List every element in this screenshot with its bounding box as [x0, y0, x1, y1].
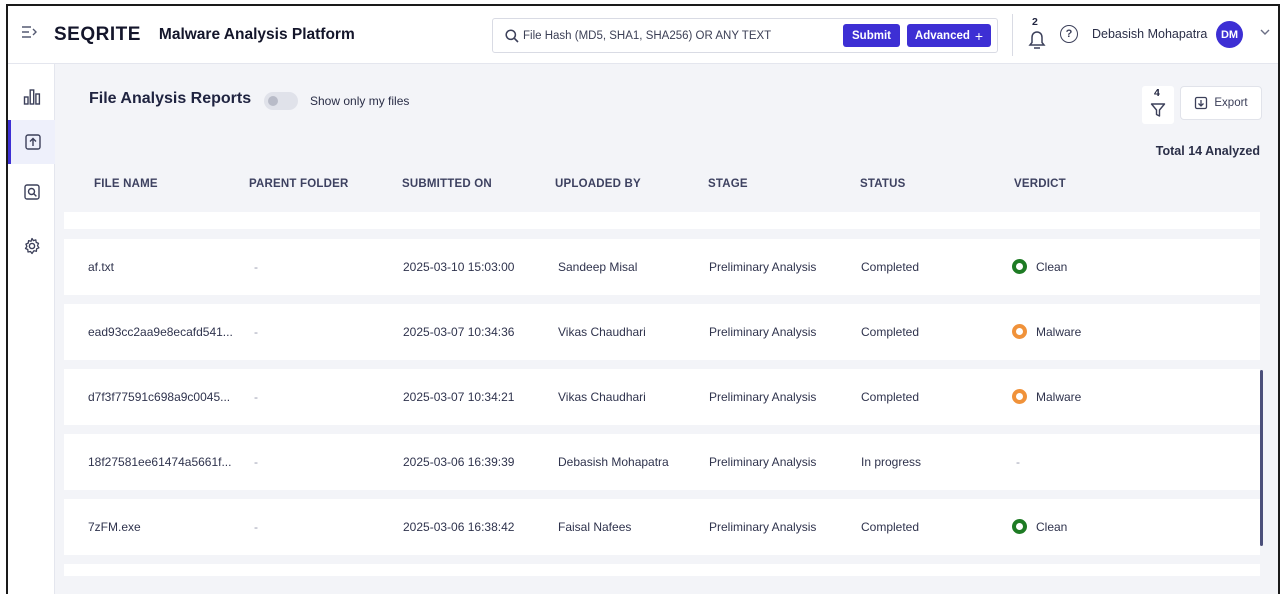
- export-button[interactable]: Export: [1180, 86, 1262, 120]
- cell-parent-folder: -: [254, 325, 258, 339]
- submit-button[interactable]: Submit: [843, 24, 900, 47]
- col-parent-folder[interactable]: PARENT FOLDER: [249, 178, 349, 190]
- cell-verdict: Malware: [1012, 324, 1081, 339]
- avatar[interactable]: DM: [1216, 21, 1243, 48]
- col-verdict[interactable]: VERDICT: [1014, 178, 1066, 190]
- sidebar-item-upload-reports[interactable]: [8, 120, 55, 164]
- header-divider: [1012, 14, 1013, 56]
- cell-file-name[interactable]: d7f3f77591c698a9c0045...: [88, 390, 230, 404]
- app-window: SEQ​RITE Malware Analysis Platform Submi…: [6, 4, 1280, 594]
- cell-verdict: Clean: [1012, 519, 1067, 534]
- toggle-label: Show only my files: [310, 94, 410, 108]
- search-input[interactable]: [523, 29, 843, 42]
- top-header: SEQ​RITE Malware Analysis Platform Submi…: [8, 6, 1278, 64]
- search-icon: [505, 28, 519, 43]
- app-title: Malware Analysis Platform: [158, 25, 355, 43]
- search-bar: Submit Advanced +: [492, 18, 998, 53]
- settings-gear-icon: [24, 237, 40, 255]
- cell-file-name[interactable]: af.txt: [88, 260, 114, 274]
- cell-submitted-on: 2025-03-07 10:34:36: [403, 325, 515, 339]
- help-icon[interactable]: ?: [1060, 25, 1078, 43]
- chevron-down-icon[interactable]: [1260, 28, 1270, 39]
- dashboard-chart-icon: [23, 89, 40, 105]
- cell-submitted-on: 2025-03-06 16:39:39: [403, 455, 515, 469]
- cell-file-name[interactable]: 18f27581ee61474a5661f...: [88, 455, 231, 469]
- sidebar-item-dashboard[interactable]: [8, 74, 55, 118]
- table-row[interactable]: d7f3f77591c698a9c0045... - 2025-03-07 10…: [64, 369, 1260, 425]
- plus-icon: +: [974, 27, 984, 44]
- table-row[interactable]: ead93cc2aa9e8ecafd541... - 2025-03-07 10…: [64, 304, 1260, 360]
- col-status[interactable]: STATUS: [860, 178, 906, 190]
- advanced-search-button[interactable]: Advanced +: [907, 24, 991, 47]
- cell-verdict: -: [1016, 455, 1020, 469]
- cell-status: Completed: [861, 325, 920, 339]
- clean-status-icon: [1012, 519, 1027, 534]
- filter-funnel-icon: [1150, 103, 1166, 117]
- cell-uploaded-by: Vikas Chaudhari: [558, 390, 646, 404]
- cell-submitted-on: 2025-03-10 15:03:00: [403, 260, 515, 274]
- toggle-knob: [268, 96, 278, 106]
- show-my-files-toggle[interactable]: [264, 92, 298, 110]
- verdict-label: Clean: [1036, 259, 1068, 274]
- cell-stage: Preliminary Analysis: [709, 455, 817, 469]
- cell-verdict: Malware: [1012, 389, 1081, 404]
- sidebar-item-settings[interactable]: [8, 224, 55, 268]
- verdict-label: Malware: [1036, 389, 1082, 404]
- filter-button[interactable]: 4: [1142, 86, 1174, 124]
- cell-status: Completed: [861, 390, 920, 404]
- cell-submitted-on: 2025-03-07 10:34:21: [403, 390, 515, 404]
- verdict-label: Malware: [1036, 324, 1082, 339]
- col-stage[interactable]: STAGE: [708, 178, 748, 190]
- col-file-name[interactable]: FILE NAME: [94, 178, 158, 190]
- cell-file-name[interactable]: 7zFM.exe: [88, 520, 141, 534]
- table-scrollbar[interactable]: [1260, 370, 1263, 546]
- upload-reports-icon: [25, 134, 41, 150]
- export-icon: [1195, 96, 1208, 110]
- cell-uploaded-by: Vikas Chaudhari: [558, 325, 646, 339]
- cell-stage: Preliminary Analysis: [709, 325, 817, 339]
- page-title: File Analysis Reports: [89, 90, 252, 107]
- cell-parent-folder: -: [254, 455, 258, 469]
- malware-status-icon: [1012, 324, 1027, 339]
- col-uploaded-by[interactable]: UPLOADED BY: [555, 178, 641, 190]
- user-name[interactable]: Debasish Mohapatra: [1092, 27, 1207, 41]
- export-label: Export: [1214, 97, 1248, 109]
- sidebar: [8, 64, 55, 594]
- cell-uploaded-by: Faisal Nafees: [558, 520, 632, 534]
- sidebar-item-search-report[interactable]: [8, 170, 55, 214]
- cell-stage: Preliminary Analysis: [709, 260, 817, 274]
- cell-stage: Preliminary Analysis: [709, 390, 817, 404]
- search-report-icon: [23, 184, 40, 200]
- table-row[interactable]: af.txt - 2025-03-10 15:03:00 Sandeep Mis…: [64, 239, 1260, 295]
- cell-parent-folder: -: [254, 260, 258, 274]
- advanced-label: Advanced: [914, 29, 970, 42]
- verdict-label: Clean: [1036, 519, 1068, 534]
- cell-status: Completed: [861, 260, 920, 274]
- cell-uploaded-by: Sandeep Misal: [558, 260, 638, 274]
- clean-status-icon: [1012, 259, 1027, 274]
- brand-logo: SEQ​RITE: [54, 23, 141, 45]
- cell-file-name[interactable]: ead93cc2aa9e8ecafd541...: [88, 325, 233, 339]
- cell-parent-folder: -: [254, 520, 258, 534]
- table-row-partial: [64, 564, 1260, 576]
- cell-stage: Preliminary Analysis: [709, 520, 817, 534]
- table-header: FILE NAME PARENT FOLDER SUBMITTED ON UPL…: [64, 178, 1260, 202]
- cell-status: In progress: [861, 455, 922, 469]
- cell-verdict: Clean: [1012, 259, 1067, 274]
- col-submitted-on[interactable]: SUBMITTED ON: [402, 178, 492, 190]
- cell-submitted-on: 2025-03-06 16:38:42: [403, 520, 515, 534]
- total-analyzed: Total 14 Analyzed: [1155, 144, 1260, 158]
- cell-parent-folder: -: [254, 390, 258, 404]
- notifications-bell-icon[interactable]: 2: [1026, 16, 1048, 52]
- table-row-partial: [64, 212, 1260, 229]
- table-row[interactable]: 18f27581ee61474a5661f... - 2025-03-06 16…: [64, 434, 1260, 490]
- menu-expand-icon[interactable]: [8, 25, 52, 44]
- cell-status: Completed: [861, 520, 920, 534]
- malware-status-icon: [1012, 389, 1027, 404]
- filter-count: 4: [1154, 87, 1160, 99]
- cell-uploaded-by: Debasish Mohapatra: [558, 455, 669, 469]
- table-row[interactable]: 7zFM.exe - 2025-03-06 16:38:42 Faisal Na…: [64, 499, 1260, 555]
